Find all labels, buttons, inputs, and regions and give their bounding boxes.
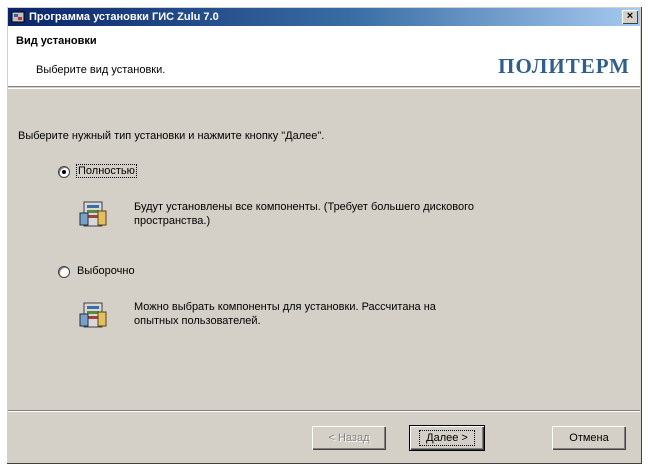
- option-full-description: Будут установлены все компоненты. (Требу…: [134, 200, 604, 228]
- brand-logo: ПОЛИТЕРМ: [498, 54, 630, 78]
- option-full-desc-line2: пространства.): [134, 215, 211, 227]
- radio-selected-dot: [62, 170, 66, 174]
- back-button[interactable]: < Назад: [312, 426, 386, 450]
- option-custom-desc-line2: опытных пользователей.: [134, 315, 261, 327]
- header-divider: [8, 88, 640, 89]
- components-icon: [79, 201, 107, 227]
- footer-separator: [8, 410, 640, 412]
- option-full-text: Полностью: [76, 164, 137, 178]
- close-button[interactable]: ×: [622, 10, 638, 24]
- option-full-desc-line1: Будут установлены все компоненты. (Требу…: [134, 201, 475, 213]
- option-custom-text: Выборочно: [77, 265, 135, 277]
- instruction-text: Выберите нужный тип установки и нажмите …: [18, 130, 325, 142]
- components-icon: [79, 302, 107, 328]
- option-full-label[interactable]: Полностью: [76, 164, 137, 178]
- radio-custom[interactable]: [58, 266, 70, 278]
- next-button-label: Далее >: [419, 430, 475, 446]
- option-custom-description: Можно выбрать компоненты для установки. …: [134, 300, 604, 328]
- installer-window: Программа установки ГИС Zulu 7.0 × Вид у…: [6, 6, 642, 464]
- installer-app-icon: [11, 11, 25, 23]
- title-bar[interactable]: Программа установки ГИС Zulu 7.0 ×: [8, 8, 640, 26]
- page-subtitle: Выберите вид установки.: [36, 64, 166, 76]
- window-title: Программа установки ГИС Zulu 7.0: [29, 11, 219, 23]
- close-icon: ×: [626, 10, 634, 22]
- next-button[interactable]: Далее >: [409, 425, 485, 451]
- option-custom-desc-line1: Можно выбрать компоненты для установки. …: [134, 301, 436, 313]
- page-title: Вид установки: [16, 35, 97, 47]
- cancel-button[interactable]: Отмена: [552, 426, 626, 450]
- radio-full[interactable]: [58, 166, 70, 178]
- option-custom-label[interactable]: Выборочно: [77, 265, 135, 277]
- wizard-header: Вид установки Выберите вид установки. ПО…: [8, 26, 640, 87]
